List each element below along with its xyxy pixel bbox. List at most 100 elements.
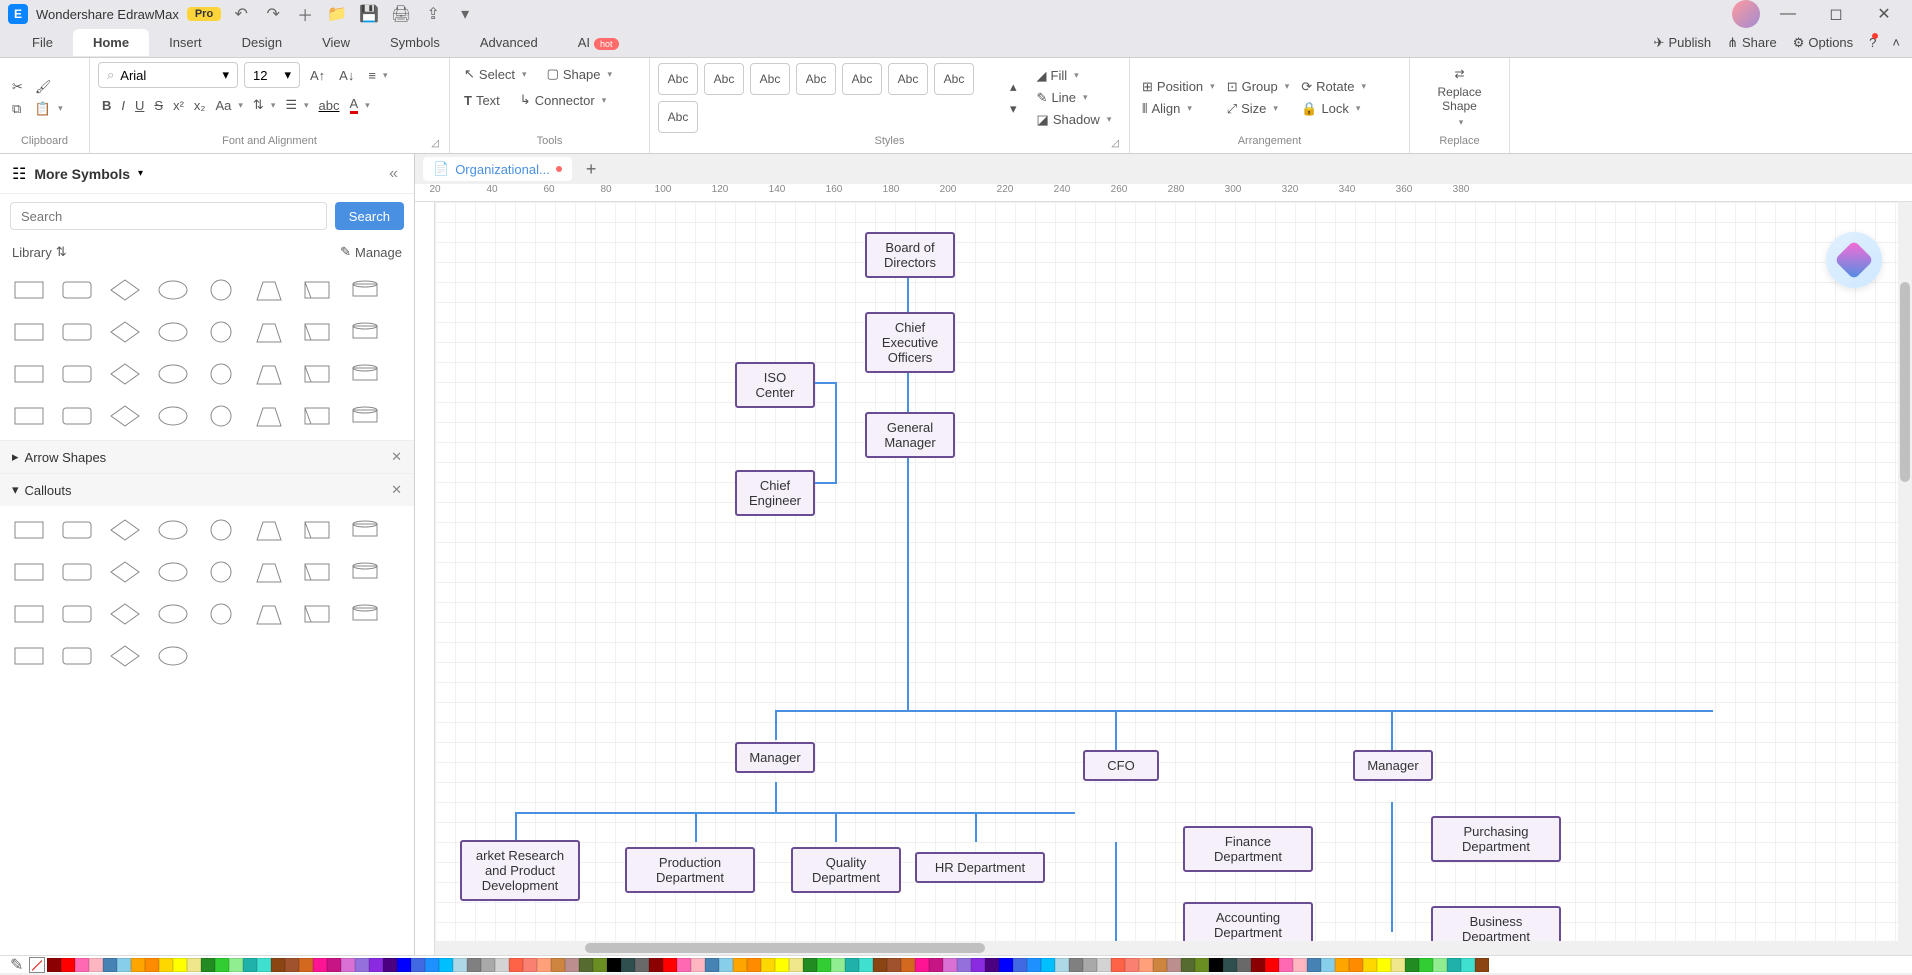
color-swatch[interactable] [1027, 958, 1041, 972]
style-scroll-down[interactable]: ▾ [1006, 99, 1021, 119]
node-eng[interactable]: Chief Engineer [735, 470, 815, 516]
color-swatch[interactable] [845, 958, 859, 972]
library-label[interactable]: Library [12, 245, 52, 260]
shape-item[interactable] [56, 596, 98, 632]
color-picker-button[interactable]: ✎ [4, 955, 29, 975]
tab-view[interactable]: View [302, 29, 370, 56]
color-swatch[interactable] [131, 958, 145, 972]
subscript-button[interactable]: x₂ [190, 96, 210, 115]
color-swatch[interactable] [495, 958, 509, 972]
color-swatch[interactable] [1335, 958, 1349, 972]
color-swatch[interactable] [439, 958, 453, 972]
vertical-scrollbar[interactable] [1898, 202, 1912, 941]
case-button[interactable]: Aa [211, 96, 246, 115]
color-swatch[interactable] [1265, 958, 1279, 972]
tab-advanced[interactable]: Advanced [460, 29, 558, 56]
color-swatch[interactable] [1083, 958, 1097, 972]
node-prod[interactable]: Production Department [625, 847, 755, 893]
shape-item[interactable] [8, 398, 50, 434]
color-swatch[interactable] [789, 958, 803, 972]
color-swatch[interactable] [1307, 958, 1321, 972]
document-tab[interactable]: 📄 Organizational... [423, 157, 572, 181]
color-swatch[interactable] [971, 958, 985, 972]
shape-item[interactable] [152, 398, 194, 434]
node-purch[interactable]: Purchasing Department [1431, 816, 1561, 862]
node-ceo[interactable]: Chief Executive Officers [865, 312, 955, 373]
group-button[interactable]: ⊡Group [1223, 77, 1294, 97]
color-swatch[interactable] [761, 958, 775, 972]
color-swatch[interactable] [1195, 958, 1209, 972]
shape-item[interactable] [56, 512, 98, 548]
shape-item[interactable] [344, 554, 386, 590]
line-spacing-button[interactable]: ⇅ [249, 95, 279, 115]
shape-item[interactable] [8, 638, 50, 674]
color-swatch[interactable] [859, 958, 873, 972]
color-swatch[interactable] [1251, 958, 1265, 972]
shape-item[interactable] [152, 596, 194, 632]
color-swatch[interactable] [1237, 958, 1251, 972]
size-button[interactable]: ⤢Size [1223, 99, 1294, 119]
collapse-panel-button[interactable]: « [385, 161, 402, 187]
styles-launcher[interactable]: ◿ [1111, 138, 1119, 149]
color-swatch[interactable] [733, 958, 747, 972]
shape-item[interactable] [56, 398, 98, 434]
node-market[interactable]: arket Research and Product Development [460, 840, 580, 901]
copy-button[interactable]: ⧉ [8, 99, 27, 119]
close-section-button[interactable]: ✕ [391, 449, 402, 465]
tab-design[interactable]: Design [222, 29, 302, 56]
shape-item[interactable] [8, 314, 50, 350]
shape-item[interactable] [104, 512, 146, 548]
color-swatch[interactable] [593, 958, 607, 972]
shape-item[interactable] [344, 314, 386, 350]
horizontal-scrollbar[interactable] [435, 941, 1912, 955]
shape-item[interactable] [8, 356, 50, 392]
shape-item[interactable] [248, 596, 290, 632]
symbol-search-button[interactable]: Search [335, 202, 404, 230]
style-swatch-5[interactable]: Abc [842, 63, 882, 95]
color-swatch[interactable] [901, 958, 915, 972]
shape-item[interactable] [8, 512, 50, 548]
node-gm[interactable]: General Manager [865, 412, 955, 458]
color-swatch[interactable] [229, 958, 243, 972]
style-swatch-8[interactable]: Abc [658, 101, 698, 133]
redo-button[interactable]: ↷ [261, 2, 285, 26]
shape-item[interactable] [296, 272, 338, 308]
color-swatch[interactable] [411, 958, 425, 972]
node-hr[interactable]: HR Department [915, 852, 1045, 883]
color-swatch[interactable] [1209, 958, 1223, 972]
close-button[interactable]: ✕ [1864, 0, 1904, 28]
position-button[interactable]: ⊞Position [1138, 77, 1219, 97]
style-swatch-4[interactable]: Abc [796, 63, 836, 95]
shape-item[interactable] [56, 638, 98, 674]
color-swatch[interactable] [985, 958, 999, 972]
color-swatch[interactable] [705, 958, 719, 972]
symbol-search-input[interactable] [10, 202, 327, 230]
node-cfo[interactable]: CFO [1083, 750, 1159, 781]
style-scroll-up[interactable]: ▴ [1006, 77, 1021, 97]
color-swatch[interactable] [677, 958, 691, 972]
color-swatch[interactable] [1419, 958, 1433, 972]
color-swatch[interactable] [817, 958, 831, 972]
paste-button[interactable]: 📋 [31, 99, 67, 119]
shape-item[interactable] [104, 356, 146, 392]
shape-item[interactable] [56, 356, 98, 392]
color-swatch[interactable] [1321, 958, 1335, 972]
scroll-thumb[interactable] [585, 943, 985, 953]
ai-assistant-button[interactable] [1826, 232, 1882, 288]
new-button[interactable]: ＋ [293, 2, 317, 26]
color-swatch[interactable] [173, 958, 187, 972]
color-swatch[interactable] [89, 958, 103, 972]
minimize-button[interactable]: — [1768, 0, 1808, 28]
color-swatch[interactable] [397, 958, 411, 972]
color-swatch[interactable] [327, 958, 341, 972]
print-button[interactable]: 🖨 [389, 2, 413, 26]
style-swatch-6[interactable]: Abc [888, 63, 928, 95]
color-swatch[interactable] [201, 958, 215, 972]
align-text-button[interactable]: ≡ [364, 66, 391, 85]
shape-item[interactable] [104, 554, 146, 590]
color-swatch[interactable] [551, 958, 565, 972]
color-swatch[interactable] [243, 958, 257, 972]
shape-item[interactable] [344, 272, 386, 308]
color-swatch[interactable] [509, 958, 523, 972]
undo-button[interactable]: ↶ [229, 2, 253, 26]
